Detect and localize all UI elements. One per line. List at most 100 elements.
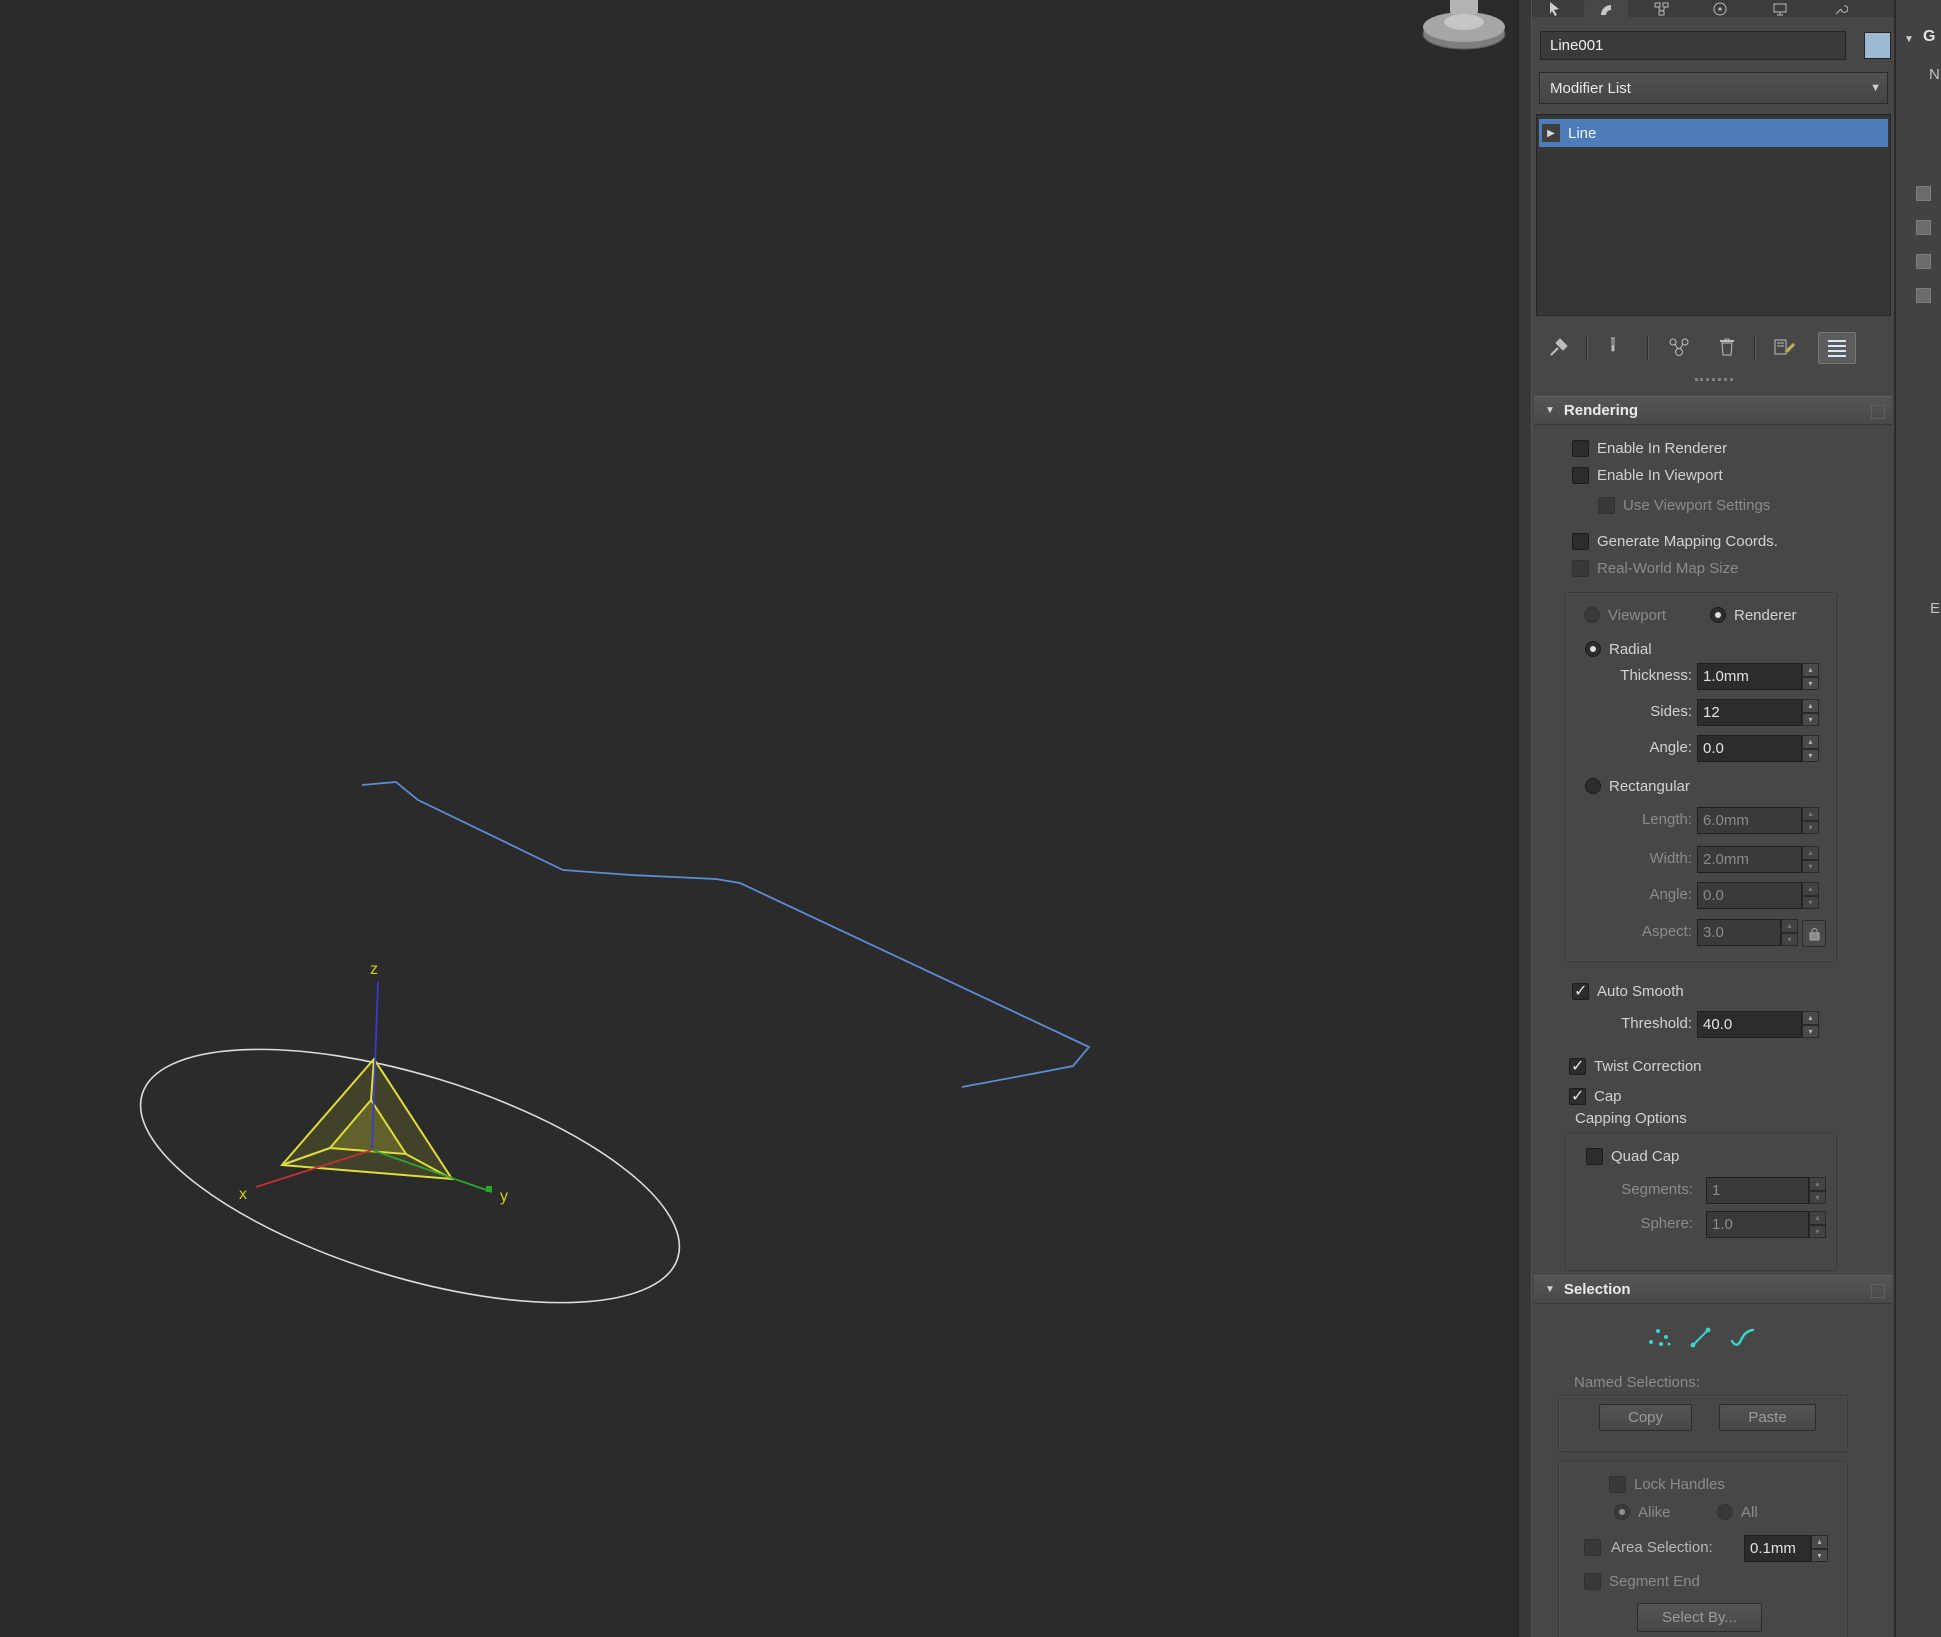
twist-correction-checkbox[interactable] (1569, 1056, 1586, 1076)
real-world-map-label: Real-World Map Size (1597, 559, 1739, 577)
renderer-radio[interactable] (1710, 607, 1726, 623)
spline-subobject-icon[interactable] (1724, 1322, 1760, 1352)
rollout-drag-icon (1871, 1284, 1885, 1298)
y-axis-handle[interactable] (486, 1186, 492, 1192)
rendering-rollout-header[interactable]: ▼ Rendering (1534, 396, 1892, 425)
configure-modifier-sets-icon[interactable] (1770, 332, 1800, 362)
segment-end-label: Segment End (1609, 1572, 1700, 1590)
pin-stack-icon[interactable] (1544, 332, 1574, 362)
modifier-list-dropdown[interactable]: Modifier List ▼ (1539, 72, 1888, 104)
show-end-result-icon[interactable] (1598, 332, 1628, 362)
spinner-down-icon[interactable]: ▾ (1802, 676, 1819, 690)
object-color-swatch[interactable] (1864, 32, 1891, 59)
spinner-up-icon[interactable]: ▴ (1802, 1011, 1819, 1025)
motion-tab-icon[interactable] (1712, 1, 1728, 22)
object-name-field[interactable]: Line001 (1540, 31, 1846, 60)
quad-cap-checkbox[interactable] (1586, 1147, 1603, 1165)
cap-label: Cap (1594, 1087, 1622, 1105)
spinner-down-icon[interactable]: ▾ (1802, 859, 1819, 873)
enable-in-renderer-checkbox[interactable] (1572, 439, 1589, 457)
modifier-stack[interactable]: ▶ Line (1536, 114, 1891, 316)
command-panel: Line001 Modifier List ▼ ▶ Line ▼ Renderi… (1531, 0, 1895, 1637)
clipped-button (1916, 220, 1931, 235)
generate-mapping-checkbox[interactable] (1572, 532, 1589, 550)
copy-button[interactable]: Copy (1599, 1404, 1692, 1431)
viewcube-home-icon[interactable] (1422, 0, 1506, 50)
spinner-up-icon[interactable]: ▴ (1802, 735, 1819, 749)
real-world-map-checkbox[interactable] (1572, 559, 1589, 577)
selected-object[interactable] (279, 1057, 454, 1181)
vertex-subobject-icon[interactable] (1641, 1322, 1677, 1352)
modify-tab-icon[interactable] (1598, 1, 1614, 22)
all-radio[interactable] (1717, 1504, 1733, 1520)
area-selection-checkbox[interactable] (1584, 1539, 1601, 1556)
use-viewport-settings-label: Use Viewport Settings (1623, 496, 1771, 514)
stack-item-line[interactable]: ▶ Line (1539, 119, 1888, 147)
alike-radio[interactable] (1614, 1504, 1630, 1520)
viewport-3d[interactable]: z x y (0, 0, 1518, 1637)
width-spinner[interactable]: 2.0mm ▴ ▾ (1697, 846, 1819, 873)
angle2-spinner[interactable]: 0.0 ▴ ▾ (1697, 882, 1819, 909)
line001-spline[interactable] (361, 781, 1091, 1088)
radial-radio[interactable] (1585, 641, 1601, 657)
segment-subobject-icon[interactable] (1682, 1322, 1718, 1352)
segments-label: Segments: (1621, 1181, 1693, 1198)
aspect-spinner[interactable]: 3.0 ▴ ▾ (1697, 919, 1798, 946)
create-tab-icon[interactable] (1546, 1, 1562, 22)
spinner-down-icon[interactable]: ▾ (1802, 820, 1819, 834)
panel-splitter-handle[interactable] (1695, 378, 1733, 381)
cap-checkbox[interactable] (1569, 1086, 1586, 1106)
spinner-down-icon[interactable]: ▾ (1809, 1224, 1826, 1238)
spinner-up-icon[interactable]: ▴ (1809, 1211, 1826, 1225)
hierarchy-tab-icon[interactable] (1654, 1, 1670, 22)
spinner-up-icon[interactable]: ▴ (1802, 699, 1819, 713)
auto-smooth-checkbox[interactable] (1572, 981, 1589, 1001)
sphere-spinner[interactable]: 1.0 ▴ ▾ (1706, 1211, 1826, 1238)
spinner-down-icon[interactable]: ▾ (1802, 1024, 1819, 1038)
rectangular-radio[interactable] (1585, 778, 1601, 794)
radial-radio-row: Radial (1585, 638, 1652, 660)
remove-modifier-icon[interactable] (1712, 332, 1742, 362)
angle-spinner[interactable]: 0.0 ▴ ▾ (1697, 735, 1819, 762)
spinner-up-icon[interactable]: ▴ (1802, 846, 1819, 860)
make-unique-icon[interactable] (1664, 332, 1694, 362)
display-tab-icon[interactable] (1772, 1, 1788, 22)
segment-end-checkbox[interactable] (1584, 1572, 1601, 1590)
application-window: z x y Line001 Modifier List ▼ ▶ Line ▼ R… (0, 0, 1941, 1637)
threshold-spinner[interactable]: 40.0 ▴ ▾ (1697, 1011, 1819, 1038)
spinner-up-icon[interactable]: ▴ (1811, 1535, 1828, 1549)
spinner-up-icon[interactable]: ▴ (1802, 663, 1819, 677)
spinner-up-icon[interactable]: ▴ (1809, 1177, 1826, 1191)
segments-spinner[interactable]: 1 ▴ ▾ (1706, 1177, 1826, 1204)
spinner-down-icon[interactable]: ▾ (1802, 712, 1819, 726)
paste-button[interactable]: Paste (1719, 1404, 1816, 1431)
enable-in-viewport-checkbox[interactable] (1572, 466, 1589, 484)
selection-rollout-header[interactable]: ▼ Selection (1534, 1275, 1892, 1304)
viewport-canvas[interactable]: z x y (0, 0, 1518, 1637)
thickness-spinner[interactable]: 1.0mm ▴ ▾ (1697, 663, 1819, 690)
use-viewport-settings-checkbox[interactable] (1598, 496, 1615, 514)
utilities-tab-icon[interactable] (1832, 1, 1849, 22)
spinner-down-icon[interactable]: ▾ (1809, 1190, 1826, 1204)
select-by-button[interactable]: Select By... (1637, 1603, 1762, 1632)
modifier-sets-list-icon[interactable] (1818, 332, 1856, 364)
spinner-up-icon[interactable]: ▴ (1802, 807, 1819, 821)
modifier-list-label: Modifier List (1550, 79, 1631, 97)
expand-arrow-icon[interactable]: ▶ (1542, 124, 1560, 142)
lock-handles-checkbox[interactable] (1609, 1475, 1626, 1493)
viewport-radio[interactable] (1584, 607, 1600, 623)
spinner-down-icon[interactable]: ▾ (1802, 895, 1819, 909)
spinner-down-icon[interactable]: ▾ (1802, 748, 1819, 762)
area-selection-spinner[interactable]: 0.1mm ▴ ▾ (1744, 1535, 1828, 1562)
sides-spinner[interactable]: 12 ▴ ▾ (1697, 699, 1819, 726)
alike-radio-label: Alike (1638, 1503, 1671, 1521)
viewport-radio-label: Viewport (1608, 606, 1667, 624)
spinner-down-icon[interactable]: ▾ (1781, 932, 1798, 946)
aspect-lock-button[interactable] (1802, 920, 1826, 947)
generate-mapping-label: Generate Mapping Coords. (1597, 532, 1778, 550)
spinner-up-icon[interactable]: ▴ (1781, 919, 1798, 933)
width-row: Width: 2.0mm ▴ ▾ (1532, 846, 1895, 873)
spinner-up-icon[interactable]: ▴ (1802, 882, 1819, 896)
length-spinner[interactable]: 6.0mm ▴ ▾ (1697, 807, 1819, 834)
spinner-down-icon[interactable]: ▾ (1811, 1548, 1828, 1562)
